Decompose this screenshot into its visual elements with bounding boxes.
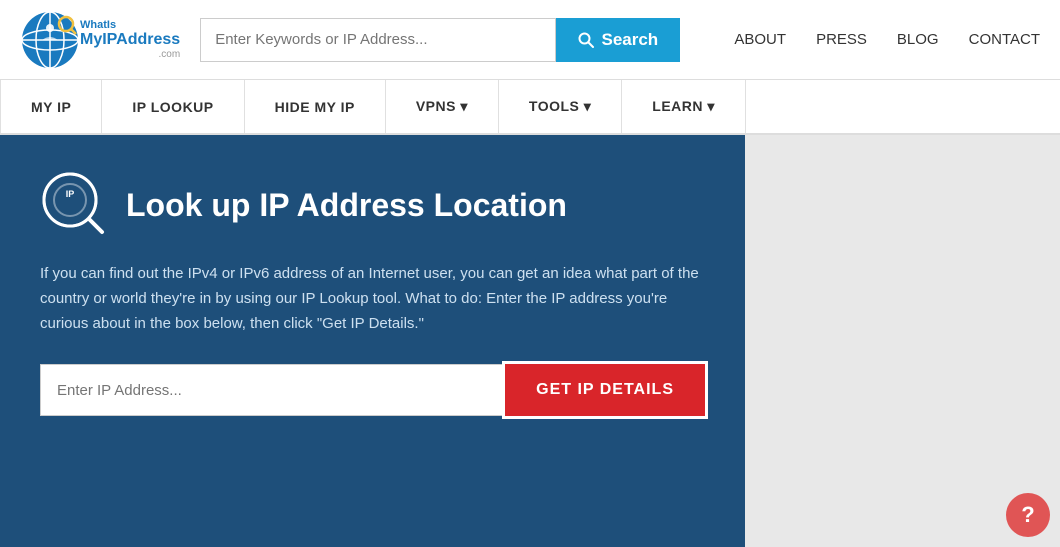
logo-icon	[20, 10, 80, 70]
main-navbar: MY IP IP LOOKUP HIDE MY IP VPNS ▾ TOOLS …	[0, 80, 1060, 135]
chat-icon[interactable]: ?	[1006, 493, 1050, 537]
hero-title-area: IP Look up IP Address Location	[40, 170, 705, 240]
right-panel: ?	[745, 135, 1060, 547]
header: WhatIs MyIPAddress .com Search ABOUT PRE…	[0, 0, 1060, 80]
hero-panel: IP Look up IP Address Location If you ca…	[0, 135, 745, 547]
search-button[interactable]: Search	[556, 18, 680, 62]
ip-search-icon: IP	[40, 170, 110, 240]
nav-blog[interactable]: BLOG	[897, 31, 939, 48]
get-ip-details-button[interactable]: GET IP DETAILS	[505, 364, 705, 416]
nav-tools[interactable]: TOOLS ▾	[499, 80, 622, 133]
main-content: IP Look up IP Address Location If you ca…	[0, 135, 1060, 547]
nav-ip-lookup[interactable]: IP LOOKUP	[102, 80, 244, 133]
nav-contact[interactable]: CONTACT	[969, 31, 1040, 48]
logo-text-block: WhatIs MyIPAddress .com	[80, 19, 180, 60]
hero-title: Look up IP Address Location	[126, 186, 567, 224]
ip-address-input[interactable]	[40, 364, 505, 416]
nav-press[interactable]: PRESS	[816, 31, 867, 48]
nav-my-ip[interactable]: MY IP	[0, 80, 102, 133]
top-nav: ABOUT PRESS BLOG CONTACT	[734, 31, 1040, 48]
svg-text:IP: IP	[66, 189, 75, 199]
search-area: Search	[200, 18, 680, 62]
nav-vpns[interactable]: VPNS ▾	[386, 80, 499, 133]
search-input[interactable]	[200, 18, 556, 62]
ip-form: GET IP DETAILS	[40, 364, 705, 416]
search-button-label: Search	[601, 30, 658, 50]
nav-about[interactable]: ABOUT	[734, 31, 786, 48]
hero-description: If you can find out the IPv4 or IPv6 add…	[40, 262, 705, 336]
nav-hide-my-ip[interactable]: HIDE MY IP	[245, 80, 386, 133]
logo-area[interactable]: WhatIs MyIPAddress .com	[20, 10, 180, 70]
search-icon	[578, 32, 594, 48]
nav-learn[interactable]: LEARN ▾	[622, 80, 746, 133]
